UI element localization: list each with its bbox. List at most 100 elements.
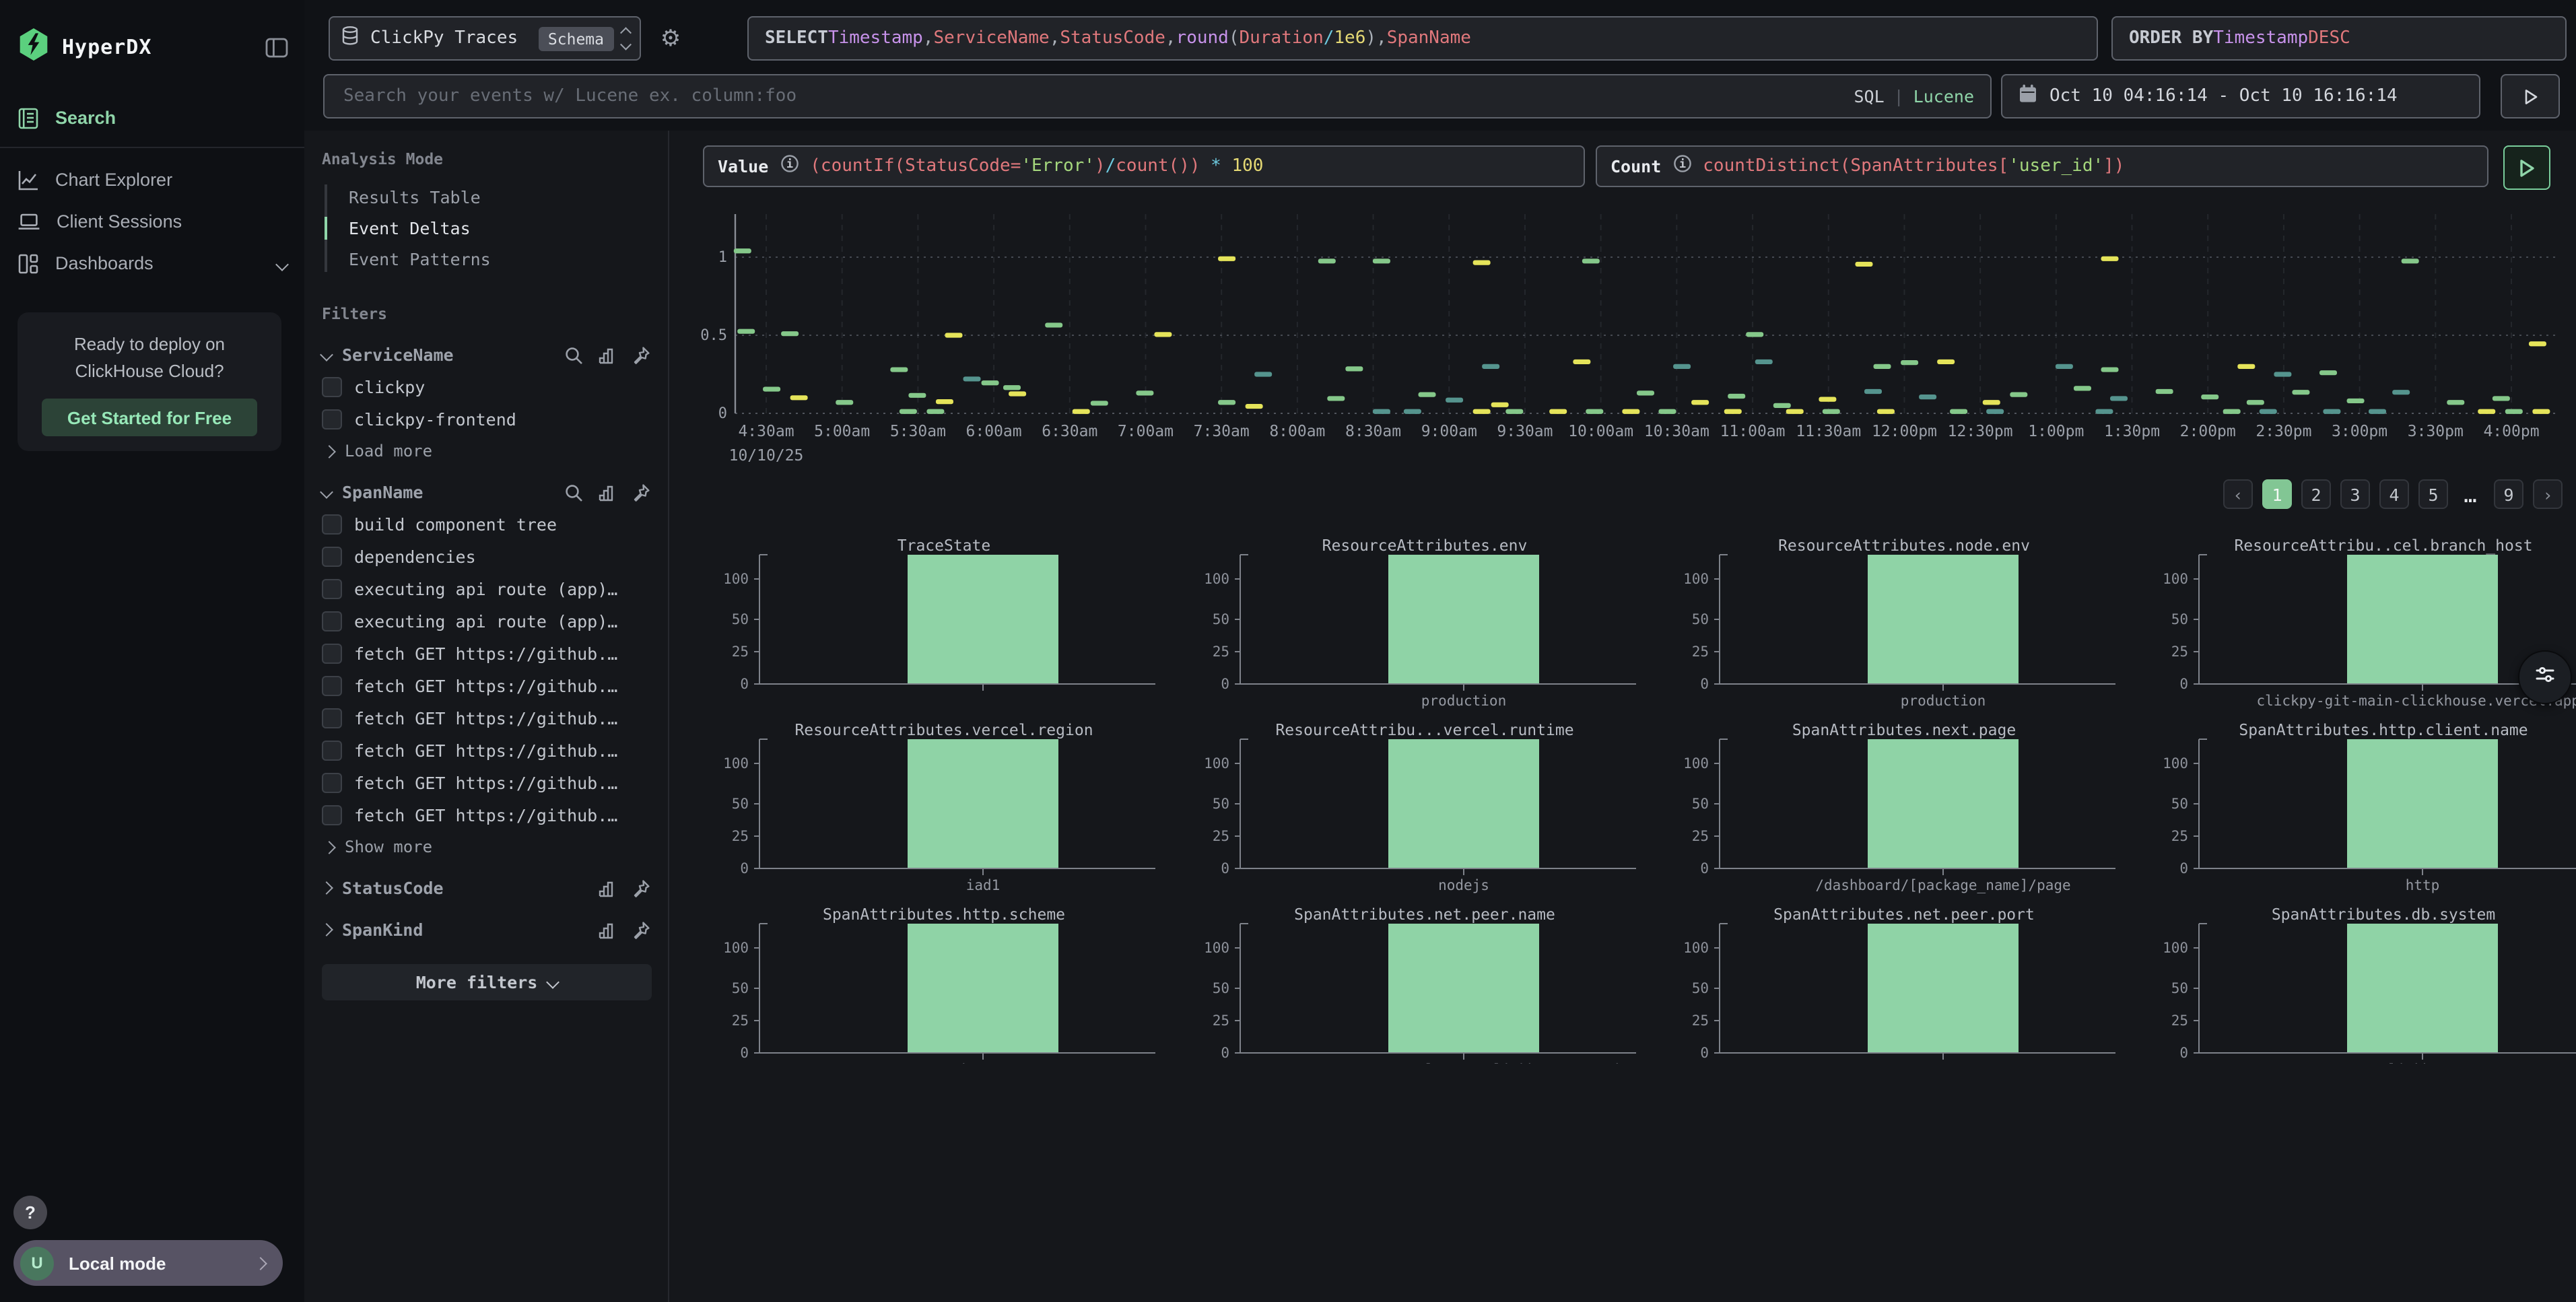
code-token: StatusCode: [1060, 28, 1165, 48]
bars-icon[interactable]: [598, 483, 617, 502]
sidebar-item-client-sessions[interactable]: Client Sessions: [0, 201, 304, 242]
code-token: ,: [923, 28, 934, 48]
data-source-select[interactable]: ClickPy Traces Schema: [329, 16, 641, 61]
sql-toggle[interactable]: SQL: [1854, 86, 1884, 106]
histogram-ResourceAttribu..cel.branch_host[interactable]: ResourceAttribu..cel.branch_host10050250…: [2145, 533, 2576, 716]
histogram-ResourceAttribu...vercel.runtime[interactable]: ResourceAttribu...vercel.runtime10050250…: [1186, 718, 1664, 901]
filter-option[interactable]: executing api route (app)…: [322, 579, 650, 599]
filter-group-header-spanname[interactable]: SpanName: [322, 482, 650, 502]
filter-option[interactable]: build component tree: [322, 514, 650, 535]
checkbox[interactable]: [322, 805, 342, 825]
gear-icon[interactable]: ⚙: [654, 16, 687, 61]
load-more-link[interactable]: Load more: [322, 442, 650, 460]
apply-metrics-button[interactable]: [2503, 145, 2550, 190]
histogram-ResourceAttributes.env[interactable]: ResourceAttributes.env10050250production: [1186, 533, 1664, 716]
code-token: Timestamp: [2213, 28, 2308, 48]
histogram-ResourceAttributes.node.env[interactable]: ResourceAttributes.node.env10050250produ…: [1666, 533, 2144, 716]
more-filters-button[interactable]: More filters: [322, 964, 652, 1000]
analysis-mode-results-table[interactable]: Results Table: [325, 182, 650, 213]
pagination-prev-button[interactable]: ‹: [2223, 479, 2253, 509]
svg-text:TraceState: TraceState: [897, 537, 990, 555]
filter-option[interactable]: fetch GET https://github.…: [322, 644, 650, 664]
checkbox[interactable]: [322, 741, 342, 761]
bars-icon[interactable]: [598, 879, 617, 897]
filter-option[interactable]: executing api route (app)…: [322, 611, 650, 631]
pagination-page-1[interactable]: 1: [2262, 479, 2292, 509]
analysis-mode-event-patterns[interactable]: Event Patterns: [325, 244, 650, 275]
pin-icon[interactable]: [632, 345, 650, 364]
checkbox[interactable]: [322, 579, 342, 599]
checkbox[interactable]: [322, 773, 342, 793]
histogram-ResourceAttributes.vercel.region[interactable]: ResourceAttributes.vercel.region10050250…: [706, 718, 1184, 901]
filter-option[interactable]: clickpy-frontend: [322, 409, 650, 430]
bars-icon[interactable]: [598, 345, 617, 364]
pagination-page-2[interactable]: 2: [2301, 479, 2331, 509]
count-expression-input[interactable]: Count i countDistinct(SpanAttributes['us…: [1596, 145, 2488, 187]
svg-text:50: 50: [732, 796, 749, 812]
select-query-input[interactable]: SELECT Timestamp, ServiceName, StatusCod…: [747, 16, 2098, 61]
pagination-next-button[interactable]: ›: [2533, 479, 2563, 509]
pagination-page-3[interactable]: 3: [2340, 479, 2370, 509]
code-token: round: [1176, 28, 1229, 48]
cloud-card-line2: ClickHouse Cloud?: [18, 358, 281, 385]
sidebar-item-chart-explorer[interactable]: Chart Explorer: [0, 159, 304, 201]
get-started-button[interactable]: Get Started for Free: [42, 399, 257, 436]
histogram-TraceState[interactable]: TraceState10050250: [706, 533, 1184, 716]
checkbox[interactable]: [322, 377, 342, 397]
bars-icon[interactable]: [598, 920, 617, 939]
filter-option[interactable]: fetch GET https://github.…: [322, 773, 650, 793]
chart-settings-fab[interactable]: [2518, 650, 2572, 704]
search-icon[interactable]: [564, 483, 583, 502]
sidebar-item-search[interactable]: Search: [0, 97, 304, 139]
checkbox[interactable]: [322, 644, 342, 664]
histogram-SpanAttributes.net.peer.name[interactable]: SpanAttributes.net.peer.name10050250z5nr…: [1186, 902, 1664, 1064]
filter-option-label: fetch GET https://github.…: [354, 644, 617, 664]
filter-group-header-spankind[interactable]: SpanKind: [322, 920, 650, 940]
svg-text:50: 50: [732, 980, 749, 996]
histogram-SpanAttributes.http.client.name[interactable]: SpanAttributes.http.client.name10050250h…: [2145, 718, 2576, 901]
event-deltas-chart[interactable]: 10.504:30am5:00am5:30am6:00am6:30am7:00a…: [669, 205, 2576, 474]
pagination-page-4[interactable]: 4: [2379, 479, 2409, 509]
svg-text:1:00pm: 1:00pm: [2028, 423, 2084, 440]
value-expression-input[interactable]: Value i (countIf(StatusCode='Error')/cou…: [703, 145, 1585, 187]
code-token: *: [1200, 156, 1232, 176]
analysis-mode-event-deltas[interactable]: Event Deltas: [325, 213, 650, 244]
search-run-button[interactable]: [2501, 74, 2560, 118]
pin-icon[interactable]: [632, 879, 650, 897]
search-icon[interactable]: [564, 345, 583, 364]
date-range-picker[interactable]: Oct 10 04:16:14 - Oct 10 16:16:14: [2001, 74, 2480, 118]
help-button[interactable]: ?: [13, 1196, 47, 1229]
search-input[interactable]: [341, 85, 1854, 108]
filter-option[interactable]: fetch GET https://github.…: [322, 805, 650, 825]
pagination-page-5[interactable]: 5: [2418, 479, 2448, 509]
filter-option[interactable]: fetch GET https://github.…: [322, 741, 650, 761]
checkbox[interactable]: [322, 409, 342, 430]
local-mode-button[interactable]: U Local mode: [13, 1240, 283, 1286]
histogram-SpanAttributes.next.page[interactable]: SpanAttributes.next.page10050250/dashboa…: [1666, 718, 2144, 901]
pagination-page-9[interactable]: 9: [2494, 479, 2523, 509]
svg-text:0: 0: [1700, 860, 1709, 877]
checkbox[interactable]: [322, 611, 342, 631]
checkbox[interactable]: [322, 676, 342, 696]
checkbox[interactable]: [322, 514, 342, 535]
sidebar-collapse-icon[interactable]: [265, 37, 288, 57]
filter-option[interactable]: clickpy: [322, 377, 650, 397]
pin-icon[interactable]: [632, 483, 650, 502]
histogram-SpanAttributes.db.system[interactable]: SpanAttributes.db.system10050250clickhou…: [2145, 902, 2576, 1064]
brand-title: HyperDX: [62, 35, 151, 59]
filter-option[interactable]: dependencies: [322, 547, 650, 567]
filter-option[interactable]: fetch GET https://github.…: [322, 708, 650, 728]
histogram-SpanAttributes.http.scheme[interactable]: SpanAttributes.http.scheme10050250https: [706, 902, 1184, 1064]
sidebar-item-dashboards[interactable]: Dashboards: [0, 242, 304, 284]
pin-icon[interactable]: [632, 920, 650, 939]
order-by-input[interactable]: ORDER BY Timestamp DESC: [2111, 16, 2567, 61]
lucene-toggle[interactable]: Lucene: [1913, 86, 1974, 106]
filter-group-header-statuscode[interactable]: StatusCode: [322, 878, 650, 898]
svg-text:100: 100: [1683, 571, 1709, 587]
filter-option[interactable]: fetch GET https://github.…: [322, 676, 650, 696]
checkbox[interactable]: [322, 708, 342, 728]
checkbox[interactable]: [322, 547, 342, 567]
filter-group-header-servicename[interactable]: ServiceName: [322, 345, 650, 365]
show-more-link[interactable]: Show more: [322, 837, 650, 856]
histogram-SpanAttributes.net.peer.port[interactable]: SpanAttributes.net.peer.port100502508443: [1666, 902, 2144, 1064]
